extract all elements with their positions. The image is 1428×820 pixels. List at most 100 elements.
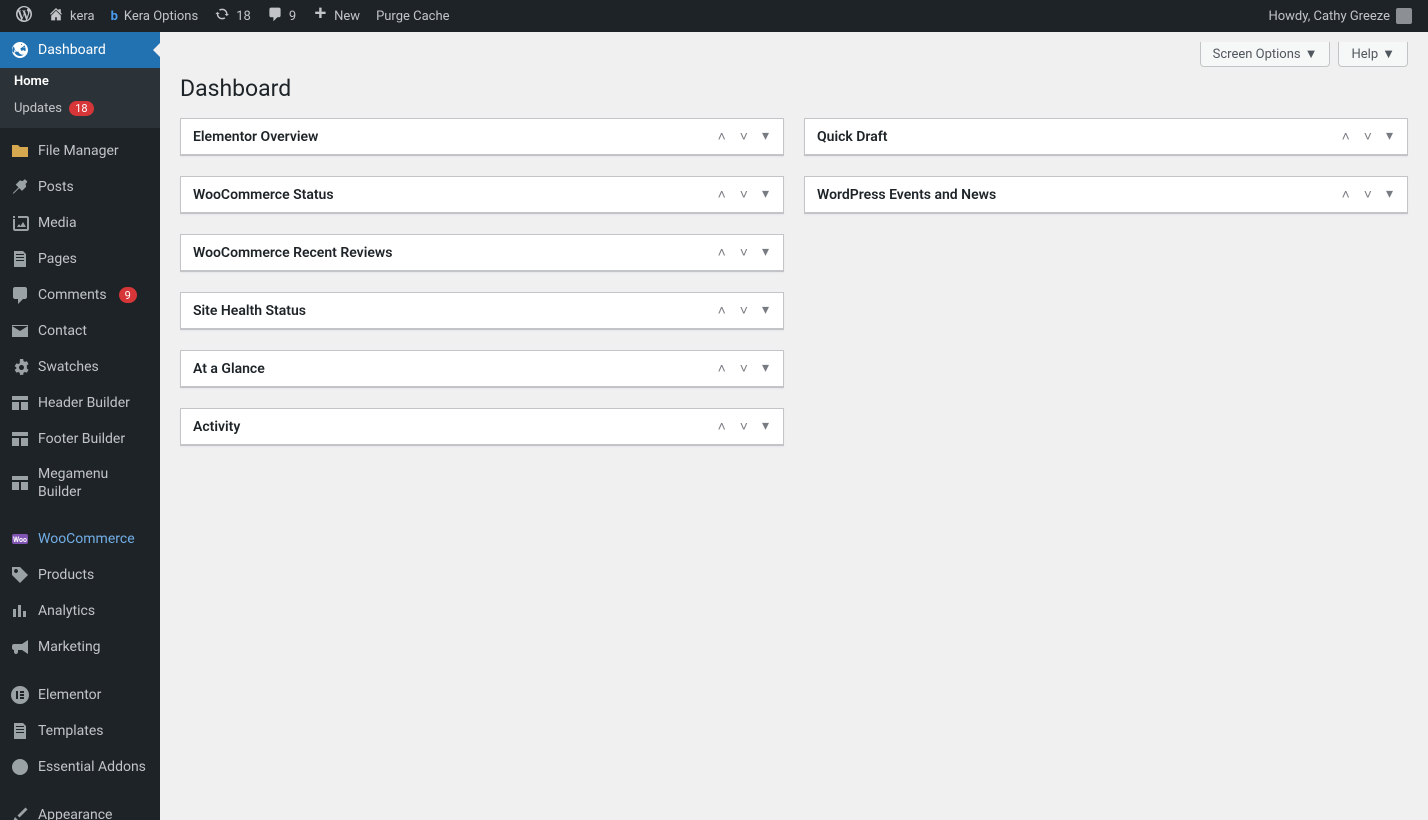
postbox-title: Elementor Overview — [193, 129, 318, 145]
admin-sidebar: Dashboard Home Updates 18 File Manager Po… — [0, 32, 160, 820]
sidebar-item-label: Header Builder — [38, 394, 130, 412]
update-icon — [214, 6, 230, 26]
comment-icon — [10, 285, 30, 305]
sidebar-item-marketing[interactable]: Marketing — [0, 629, 160, 665]
toggle-button[interactable]: ▾ — [760, 184, 771, 205]
howdy-user[interactable]: Howdy, Cathy Greeze — [1260, 0, 1420, 32]
move-down-button[interactable]: ˅ — [738, 300, 750, 321]
sidebar-item-essential-addons[interactable]: Essential Addons — [0, 749, 160, 785]
sidebar-item-comments[interactable]: Comments9 — [0, 277, 160, 313]
sidebar-item-elementor[interactable]: Elementor — [0, 677, 160, 713]
sidebar-item-footer-builder[interactable]: Footer Builder — [0, 421, 160, 457]
toggle-button[interactable]: ▾ — [760, 242, 771, 263]
move-up-button[interactable]: ˄ — [716, 358, 728, 379]
move-up-button[interactable]: ˄ — [716, 416, 728, 437]
sidebar-subitem-updates[interactable]: Updates 18 — [0, 95, 160, 128]
move-down-button[interactable]: ˅ — [738, 184, 750, 205]
postbox-header: Elementor Overview ˄ ˅ ▾ — [181, 119, 783, 155]
new-text: New — [334, 9, 360, 24]
postbox-header: At a Glance˄˅▾ — [181, 351, 783, 387]
gear-icon — [10, 357, 30, 377]
postbox-title: WordPress Events and News — [817, 187, 996, 203]
postbox-header: WooCommerce Recent Reviews ˄ ˅ ▾ — [181, 235, 783, 271]
admin-bar: kera b Kera Options 18 9 New Purge Cache… — [0, 0, 1428, 32]
site-name[interactable]: kera — [40, 0, 103, 32]
comments-count: 9 — [289, 9, 296, 24]
toggle-button[interactable]: ▾ — [760, 300, 771, 321]
toggle-button[interactable]: ▾ — [760, 358, 771, 379]
ea-icon — [10, 757, 30, 777]
sidebar-item-contact[interactable]: Contact — [0, 313, 160, 349]
toggle-button[interactable]: ▾ — [760, 126, 771, 147]
comments-indicator[interactable]: 9 — [259, 0, 304, 32]
move-up-button[interactable]: ˄ — [1340, 126, 1352, 147]
move-up-button[interactable]: ˄ — [716, 242, 728, 263]
chevron-down-icon: ˅ — [740, 187, 748, 203]
move-up-button[interactable]: ˄ — [716, 126, 728, 147]
sidebar-item-label: Appearance — [38, 806, 112, 820]
avatar — [1396, 8, 1412, 24]
home-icon — [48, 6, 64, 26]
sidebar-item-pages[interactable]: Pages — [0, 241, 160, 277]
page-icon — [10, 249, 30, 269]
toggle-button[interactable]: ▾ — [760, 416, 771, 437]
move-down-button[interactable]: ˅ — [1362, 184, 1374, 205]
sidebar-item-dashboard[interactable]: Dashboard — [0, 32, 160, 68]
sidebar-item-templates[interactable]: Templates — [0, 713, 160, 749]
admin-bar-left: kera b Kera Options 18 9 New Purge Cache — [8, 0, 458, 32]
sidebar-item-label: Media — [38, 214, 77, 232]
help-button[interactable]: Help ▼ — [1338, 42, 1408, 67]
postbox-title: WooCommerce Recent Reviews — [193, 245, 392, 261]
postbox-title: Quick Draft — [817, 129, 887, 145]
caret-down-icon: ▼ — [1382, 46, 1395, 62]
theme-options[interactable]: b Kera Options — [103, 0, 207, 32]
sidebar-item-label: Marketing — [38, 638, 101, 656]
wordpress-icon — [16, 6, 32, 26]
sidebar-item-megamenu-builder[interactable]: Megamenu Builder — [0, 457, 160, 509]
chevron-down-icon: ˅ — [1364, 187, 1372, 203]
caret-down-icon: ▾ — [762, 418, 769, 434]
sidebar-item-header-builder[interactable]: Header Builder — [0, 385, 160, 421]
chevron-up-icon: ˄ — [1342, 187, 1350, 203]
caret-down-icon: ▾ — [762, 128, 769, 144]
move-down-button[interactable]: ˅ — [738, 358, 750, 379]
sidebar-item-analytics[interactable]: Analytics — [0, 593, 160, 629]
move-down-button[interactable]: ˅ — [1362, 126, 1374, 147]
updates-indicator[interactable]: 18 — [206, 0, 259, 32]
theme-icon: b — [111, 9, 118, 24]
tag-icon — [10, 565, 30, 585]
caret-down-icon: ▾ — [762, 186, 769, 202]
dashboard-icon — [10, 40, 30, 60]
move-up-button[interactable]: ˄ — [1340, 184, 1352, 205]
svg-text:Woo: Woo — [13, 536, 27, 544]
sidebar-item-label: Posts — [38, 178, 74, 196]
page-icon — [10, 721, 30, 741]
postbox-site-health-status: Site Health Status˄˅▾ — [180, 292, 784, 330]
purge-text: Purge Cache — [376, 9, 449, 24]
toggle-button[interactable]: ▾ — [1384, 184, 1395, 205]
chevron-up-icon: ˄ — [718, 245, 726, 261]
sidebar-item-appearance[interactable]: Appearance — [0, 797, 160, 820]
screen-options-button[interactable]: Screen Options ▼ — [1200, 42, 1331, 67]
new-content[interactable]: New — [304, 0, 368, 32]
toggle-button[interactable]: ▾ — [1384, 126, 1395, 147]
move-down-button[interactable]: ˅ — [738, 242, 750, 263]
move-down-button[interactable]: ˅ — [738, 416, 750, 437]
sidebar-item-products[interactable]: Products — [0, 557, 160, 593]
elementor-icon — [10, 685, 30, 705]
sidebar-item-file-manager[interactable]: File Manager — [0, 133, 160, 169]
sidebar-item-posts[interactable]: Posts — [0, 169, 160, 205]
sidebar-subitem-home[interactable]: Home — [0, 68, 160, 95]
move-down-button[interactable]: ˅ — [738, 126, 750, 147]
move-up-button[interactable]: ˄ — [716, 184, 728, 205]
purge-cache[interactable]: Purge Cache — [368, 0, 457, 32]
caret-down-icon: ▾ — [762, 302, 769, 318]
wp-logo[interactable] — [8, 0, 40, 32]
theme-options-text: Kera Options — [124, 9, 198, 24]
move-up-button[interactable]: ˄ — [716, 300, 728, 321]
sidebar-item-media[interactable]: Media — [0, 205, 160, 241]
sidebar-item-woocommerce[interactable]: WooWooCommerce — [0, 521, 160, 557]
caret-down-icon: ▾ — [762, 360, 769, 376]
postbox-woocommerce-recent-reviews: WooCommerce Recent Reviews ˄ ˅ ▾ — [180, 234, 784, 272]
sidebar-item-swatches[interactable]: Swatches — [0, 349, 160, 385]
